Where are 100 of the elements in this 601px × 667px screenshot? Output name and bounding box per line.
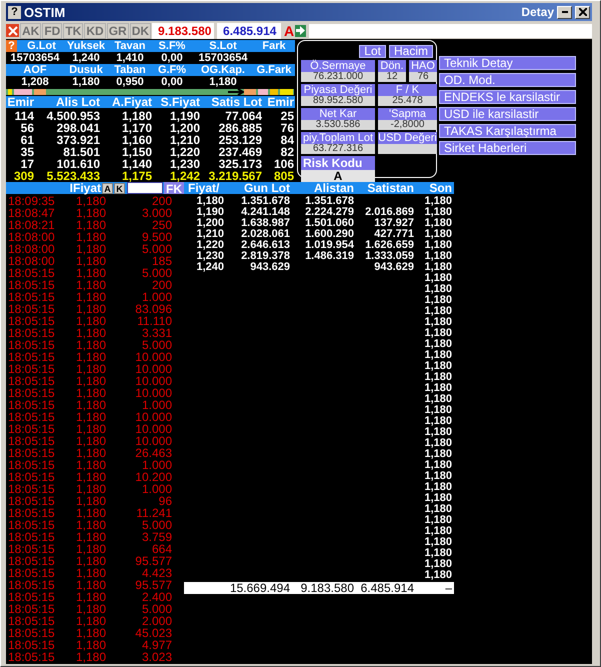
- time-cell-text: 18:05:15: [8, 387, 56, 399]
- table-cell-text: 1,180: [195, 196, 224, 207]
- table-cell-text: 1,180: [423, 372, 452, 383]
- time-cell-text: 18:05:15: [8, 459, 56, 471]
- column-header: Tavan: [114, 40, 146, 52]
- arrow-icon[interactable]: [295, 24, 306, 36]
- table-cell-text: 1,180: [423, 251, 452, 262]
- table-cell-text: 1.600.290: [304, 229, 354, 240]
- small-button[interactable]: K: [114, 182, 125, 194]
- field-label: Dön.: [378, 60, 406, 72]
- input-field[interactable]: [309, 24, 592, 38]
- price-cell-text: 1,180: [74, 387, 106, 399]
- close-icon[interactable]: [6, 24, 19, 37]
- toggle-button[interactable]: Lot: [359, 45, 386, 58]
- help-button[interactable]: ?: [8, 6, 21, 18]
- time-cell-text: 18:05:15: [8, 423, 56, 435]
- price-cell-text: 1,180: [74, 303, 106, 315]
- help-button[interactable]: ?: [6, 40, 17, 52]
- close-button[interactable]: [575, 6, 590, 18]
- time-cell-text: 18:08:00: [8, 255, 56, 267]
- total-cell-text: 309: [12, 170, 34, 182]
- time-cell-text: 18:05:15: [8, 579, 56, 591]
- menu-button[interactable]: OD. Mod.: [439, 73, 576, 87]
- time-cell-text: 18:05:15: [8, 399, 56, 411]
- table-cell-text: 82: [280, 146, 294, 158]
- table-cell-text: 943.629: [249, 262, 290, 273]
- lot-cell-text: 3.759: [140, 531, 172, 543]
- column-header: S.F%: [158, 40, 186, 52]
- lot-cell-text: 3.023: [140, 651, 172, 663]
- table-cell-text: 1,180: [423, 438, 452, 449]
- menu-button[interactable]: USD ile karsilastir: [439, 107, 576, 121]
- lot-cell-text: 10.000: [134, 423, 172, 435]
- table-cell-text: 1,180: [208, 76, 238, 88]
- menu-button[interactable]: ENDEKS le karsilastir: [439, 90, 576, 104]
- field-value: 89.952.580: [301, 96, 375, 106]
- menu-button[interactable]: TAKAS Karşılaştırma: [439, 124, 576, 138]
- table-cell-text: 1,190: [168, 110, 200, 122]
- time-cell-text: 18:05:15: [8, 267, 56, 279]
- time-cell-text: 18:05:15: [8, 639, 56, 651]
- price-cell-text: 1,180: [74, 543, 106, 555]
- price-cell-text: 1,180: [74, 507, 106, 519]
- table-cell-text: 253.129: [218, 134, 262, 146]
- time-cell-text: 18:05:15: [8, 531, 56, 543]
- lot-cell-text: 1.000: [140, 291, 172, 303]
- price-cell-text: 1,180: [74, 579, 106, 591]
- table-cell-text: 1.351.678: [304, 196, 354, 207]
- table-cell-text: 1,180: [423, 449, 452, 460]
- table-cell-text: 1,180: [423, 548, 452, 559]
- time-cell-text: 18:05:15: [8, 543, 56, 555]
- price-cell-text: 1,180: [74, 495, 106, 507]
- table-cell-text: 0,00: [160, 76, 184, 88]
- toggle-button[interactable]: Hacim: [388, 45, 433, 58]
- price-cell-text: 1,180: [74, 243, 106, 255]
- time-cell-text: 18:05:15: [8, 603, 56, 615]
- table-cell-text: 4.241.148: [240, 207, 290, 218]
- table-cell-text: 1,200: [168, 122, 200, 134]
- minimize-icon: [562, 11, 568, 13]
- column-header: G.F%: [156, 64, 188, 76]
- field-value: 25.478: [378, 96, 437, 106]
- price-cell-text: 1,180: [74, 435, 106, 447]
- time-cell-text: 18:05:15: [8, 327, 56, 339]
- table-cell-text: 0,950: [115, 76, 145, 88]
- menu-button[interactable]: Sirket Haberleri: [439, 141, 576, 155]
- table-cell-text: 1,180: [423, 537, 452, 548]
- time-cell-text: 18:05:15: [8, 435, 56, 447]
- small-button[interactable]: A: [102, 182, 113, 194]
- column-header: AOF: [22, 64, 48, 76]
- total-cell-text: 15.669.494: [228, 582, 290, 594]
- lot-cell-text: 4.977: [140, 639, 172, 651]
- field-label: Ö.Sermaye: [301, 60, 375, 72]
- table-cell-text: 101.610: [56, 158, 100, 170]
- minimize-button[interactable]: [557, 6, 572, 18]
- time-cell-text: 18:05:15: [8, 375, 56, 387]
- menu-button[interactable]: Teknik Detay: [439, 56, 576, 70]
- lot-cell-text: 11.241: [135, 507, 172, 519]
- input-field[interactable]: [127, 182, 163, 194]
- time-cell-text: 18:05:15: [8, 591, 56, 603]
- price-cell-text: 1,180: [74, 519, 106, 531]
- table-cell-text: 1.626.659: [364, 240, 414, 251]
- table-cell-text: 1,240: [71, 52, 101, 64]
- filter-button[interactable]: FK: [164, 182, 184, 194]
- field-label: Piyasa Değeri: [301, 84, 375, 96]
- field-label: USD Değeri: [378, 132, 437, 144]
- lot-cell-text: 5.000: [140, 267, 172, 279]
- table-cell-text: 0,00: [160, 52, 184, 64]
- column-header: OG.Kap.: [200, 64, 246, 76]
- mode-label: A: [284, 22, 294, 38]
- time-cell-text: 18:05:15: [8, 471, 56, 483]
- price-cell-text: 1,180: [74, 651, 106, 663]
- column-header: Satistan: [366, 182, 414, 194]
- table-cell-text: 1,180: [423, 559, 452, 570]
- lot-cell-text: 2.000: [140, 615, 172, 627]
- table-cell-text: 1,200: [195, 218, 224, 229]
- time-cell-text: 18:05:15: [8, 447, 56, 459]
- total-cell-text: 5.523.433: [46, 170, 100, 182]
- table-cell-text: 298.041: [56, 122, 100, 134]
- field-label: HAO: [409, 60, 437, 72]
- table-cell-text: 1,190: [195, 207, 224, 218]
- field-value: A: [301, 170, 375, 183]
- table-cell-text: 56: [20, 122, 34, 134]
